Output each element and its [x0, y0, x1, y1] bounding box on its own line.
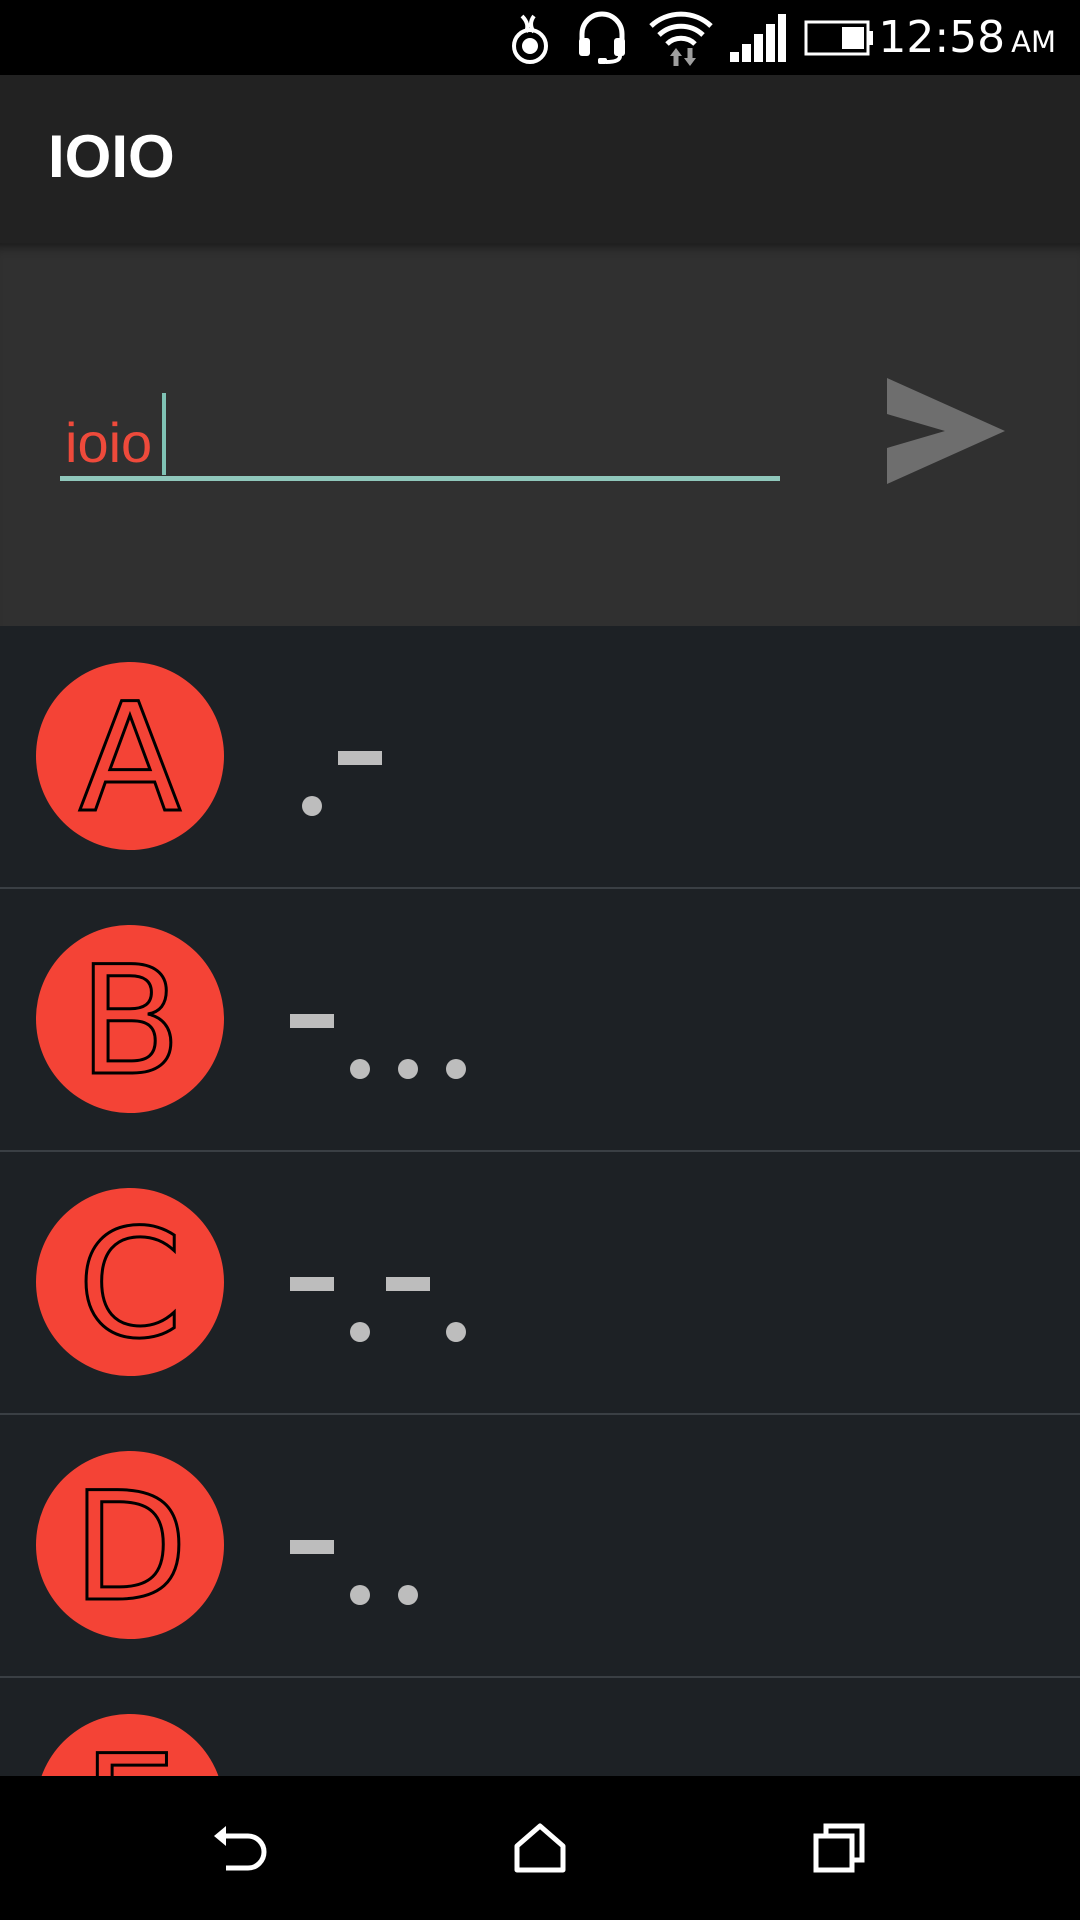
- send-icon: [887, 378, 1005, 484]
- morse-code-text: -...: [290, 959, 291, 960]
- clock-ampm: AM: [1011, 25, 1056, 59]
- morse-code-text: -..: [290, 1485, 291, 1486]
- app-bar: IOIO: [0, 75, 1080, 243]
- headset-icon: [579, 11, 625, 64]
- text-input[interactable]: ioio: [60, 393, 780, 483]
- morse-dot: [398, 1585, 418, 1605]
- morse-code: .-: [290, 696, 890, 836]
- text-input-underline: [60, 476, 780, 481]
- input-panel: ioio: [0, 243, 1080, 626]
- status-bar: 12:58 AM: [0, 0, 1080, 75]
- recents-icon: [813, 1823, 865, 1873]
- battery-icon: [804, 20, 873, 56]
- letter-label: D: [71, 1461, 190, 1635]
- morse-dash: [338, 751, 382, 765]
- home-button[interactable]: [480, 1796, 600, 1900]
- list-item[interactable]: D -..: [0, 1415, 1080, 1678]
- app-title: IOIO: [48, 123, 175, 190]
- morse-dot: [446, 1059, 466, 1079]
- clock: 12:58 AM: [878, 12, 1056, 67]
- morse-list[interactable]: A .- B -... C -.-. D -.. E.: [0, 626, 1080, 1776]
- morse-code-text: .-: [290, 696, 291, 697]
- letter-badge: D: [36, 1451, 224, 1639]
- morse-dot: [350, 1585, 370, 1605]
- letter-badge: A: [36, 662, 224, 850]
- letter-label: A: [77, 672, 183, 846]
- wifi-icon: [649, 11, 713, 66]
- morse-dash: [290, 1540, 334, 1554]
- sync-icon: [512, 14, 548, 64]
- morse-dot: [446, 1322, 466, 1342]
- home-icon: [514, 1823, 566, 1873]
- text-cursor: [162, 393, 166, 475]
- morse-dash: [386, 1277, 430, 1291]
- morse-dot: [350, 1059, 370, 1079]
- morse-code-text: -.-.: [290, 1222, 291, 1223]
- morse-dash: [290, 1277, 334, 1291]
- clock-time: 12:58: [878, 12, 1006, 63]
- letter-label: B: [77, 935, 183, 1109]
- morse-code-text: .: [290, 1748, 291, 1749]
- back-icon: [214, 1826, 267, 1871]
- morse-dot: [350, 1322, 370, 1342]
- morse-code: .: [290, 1748, 890, 1776]
- list-item[interactable]: E.: [0, 1678, 1080, 1776]
- back-button[interactable]: [180, 1796, 300, 1900]
- letter-badge: C: [36, 1188, 224, 1376]
- morse-code: -.-.: [290, 1222, 890, 1362]
- morse-dot: [398, 1059, 418, 1079]
- nav-bar: [0, 1776, 1080, 1920]
- text-input-value: ioio: [65, 411, 153, 474]
- morse-dot: [302, 796, 322, 816]
- send-button[interactable]: [872, 371, 1012, 491]
- letter-label: E: [81, 1735, 179, 1777]
- list-item[interactable]: A .-: [0, 626, 1080, 889]
- letter-label: C: [76, 1198, 184, 1372]
- letter-badge: B: [36, 925, 224, 1113]
- list-item[interactable]: B -...: [0, 889, 1080, 1152]
- morse-code: -..: [290, 1485, 890, 1625]
- letter-badge: E: [36, 1714, 224, 1776]
- signal-icon: [730, 14, 786, 62]
- list-item[interactable]: C -.-.: [0, 1152, 1080, 1415]
- morse-dash: [290, 1014, 334, 1028]
- morse-code: -...: [290, 959, 890, 1099]
- recents-button[interactable]: [780, 1796, 900, 1900]
